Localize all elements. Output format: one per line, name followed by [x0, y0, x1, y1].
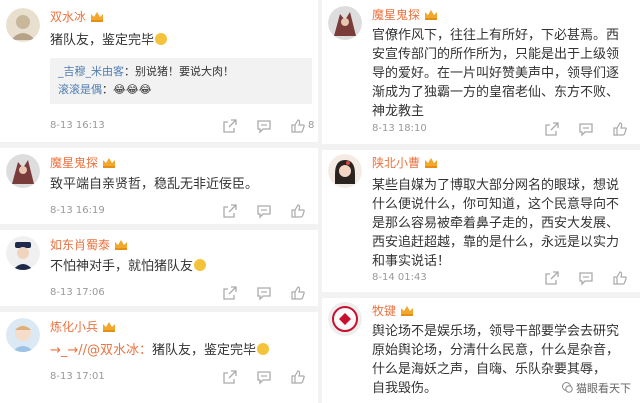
like-icon[interactable] [612, 270, 628, 286]
comment-meta: 8-13 18:10 [372, 121, 636, 137]
text-line: 渐成为了独霸一方的皇宿老仙、东方不败、 [372, 85, 620, 100]
vip-crown-icon [424, 157, 438, 168]
like-icon[interactable] [290, 118, 306, 134]
username[interactable]: 魔星鬼探 [372, 8, 438, 22]
text-line: 神龙教主 [372, 104, 425, 119]
avatar[interactable] [6, 8, 40, 42]
like-icon[interactable] [290, 203, 306, 219]
comment-item: 魔星鬼探 官僚作风下，往往上有所好，下必甚焉。西 安宣传部门的所作所为，只能是出… [322, 0, 640, 142]
text-line: 舆论场不是娱乐场，领导干部要学会去研究 [372, 324, 620, 339]
text-line: 导的爱好。在一片叫好赞美声中，领导们逐 [372, 66, 620, 81]
reply-box[interactable]: _吉穆_米由客：别说猪！要说大肉！ 滚滚是偶：😂😂😂 [50, 58, 312, 104]
vip-crown-icon [102, 157, 116, 168]
comment-meta: 8-14 01:43 [372, 270, 636, 286]
timestamp: 8-13 16:19 [50, 205, 105, 216]
text-line: 安宣传部门的所作所为，只能是出于上级领 [372, 47, 620, 62]
comment-item: 陕北小曹 某些自媒为了博取大部分网名的眼球，想说 什么便说什么，你可知道，这个民… [322, 150, 640, 290]
avatar[interactable] [328, 302, 362, 336]
comment-item: 魔星鬼探 致平端自亲贤哲，稳乱无非近佞臣。 8-13 16:19 [0, 148, 318, 224]
avatar[interactable] [6, 236, 40, 270]
comment-icon[interactable] [256, 118, 272, 134]
comment-text: →_→//@双水冰：猪队友，鉴定完毕 [50, 341, 270, 360]
text-line: 是那么容易被牵着鼻子走的，西安大发展、 [372, 216, 620, 231]
mention-link[interactable]: →_→//@双水冰： [50, 343, 152, 358]
share-icon[interactable] [222, 369, 238, 385]
left-comments-column: 双水冰 猪队友，鉴定完毕 _吉穆_米由客：别说猪！要说大肉！ 滚滚是偶：😂😂😂 … [0, 0, 318, 403]
vip-crown-icon [424, 9, 438, 20]
comment-item: 双水冰 猪队友，鉴定完毕 _吉穆_米由客：别说猪！要说大肉！ 滚滚是偶：😂😂😂 … [0, 0, 318, 142]
right-comments-column: 魔星鬼探 官僚作风下，往往上有所好，下必甚焉。西 安宣传部门的所作所为，只能是出… [322, 0, 640, 403]
reply-username[interactable]: 滚滚是偶 [58, 83, 102, 96]
comment-icon[interactable] [578, 121, 594, 137]
username[interactable]: 牧键 [372, 304, 414, 318]
username[interactable]: 如东肖蜀泰 [50, 238, 128, 252]
comment-text: 不怕神对手，就怕猪队友 [50, 257, 207, 276]
reply-item: _吉穆_米由客：别说猪！要说大肉！ [58, 63, 304, 81]
comment-item: 炼化小兵 →_→//@双水冰：猪队友，鉴定完毕 8-13 17:01 [0, 312, 318, 403]
timestamp: 8-13 17:01 [50, 371, 105, 382]
comment-meta: 8-13 17:01 [50, 369, 314, 385]
avatar[interactable] [6, 318, 40, 352]
like-count: 8 [308, 120, 315, 131]
comment-icon[interactable] [256, 369, 272, 385]
timestamp: 8-13 18:10 [372, 123, 427, 134]
comment-text: 某些自媒为了博取大部分网名的眼球，想说 什么便说什么，你可知道，这个民意导向不 … [372, 176, 619, 271]
reply-item: 滚滚是偶：😂😂😂 [58, 81, 304, 99]
share-icon[interactable] [544, 270, 560, 286]
comment-meta: 8-13 16:13 8 [50, 118, 314, 134]
reply-text: ：😂😂😂 [102, 83, 152, 96]
like-icon[interactable] [290, 285, 306, 301]
comment-icon[interactable] [256, 285, 272, 301]
reply-username[interactable]: _吉穆_米由客 [58, 65, 124, 78]
username[interactable]: 魔星鬼探 [50, 156, 116, 170]
text-line: 什么是海妖之声，自嗨、乐队杂要其辱， [372, 362, 607, 377]
text-line: 官僚作风下，往往上有所好，下必甚焉。西 [372, 28, 620, 43]
username[interactable]: 双水冰 [50, 10, 104, 24]
comment-text: 致平端自亲贤哲，稳乱无非近佞臣。 [50, 177, 259, 192]
text-line: 某些自媒为了博取大部分网名的眼球，想说 [372, 178, 620, 193]
wechat-icon [562, 382, 573, 393]
vip-crown-icon [90, 11, 104, 22]
like-icon[interactable] [612, 121, 628, 137]
share-icon[interactable] [222, 285, 238, 301]
username[interactable]: 炼化小兵 [50, 320, 116, 334]
text-line: 原始舆论场，分清什么民意，什么是杂音， [372, 343, 620, 358]
text-line: 什么便说什么，你可知道，这个民意导向不 [372, 197, 620, 212]
comment-text: 官僚作风下，往往上有所好，下必甚焉。西 安宣传部门的所作所为，只能是出于上级领 … [372, 26, 619, 121]
emoji-icon [257, 343, 270, 355]
timestamp: 8-13 16:13 [50, 120, 105, 131]
username[interactable]: 陕北小曹 [372, 156, 438, 170]
emoji-icon [155, 33, 168, 45]
text-line: 和事实说话！ [372, 254, 451, 269]
share-icon[interactable] [544, 121, 560, 137]
avatar[interactable] [328, 6, 362, 40]
comment-meta: 8-13 16:19 [50, 203, 314, 219]
vip-crown-icon [102, 321, 116, 332]
reply-text: ：别说猪！要说大肉！ [124, 65, 234, 78]
vip-crown-icon [114, 239, 128, 250]
comment-meta: 8-13 17:06 [50, 285, 314, 301]
comment-text: 猪队友，鉴定完毕 [50, 31, 168, 50]
share-icon[interactable] [222, 203, 238, 219]
avatar[interactable] [6, 154, 40, 188]
vip-crown-icon [400, 305, 414, 316]
emoji-icon [194, 259, 207, 271]
comment-icon[interactable] [256, 203, 272, 219]
watermark: 猫眼看天下 [559, 379, 634, 397]
share-icon[interactable] [222, 118, 238, 134]
avatar[interactable] [328, 154, 362, 188]
timestamp: 8-14 01:43 [372, 272, 427, 283]
comment-icon[interactable] [578, 270, 594, 286]
text-line: 西安追赶超越，靠的是什么，永远是以实力 [372, 235, 620, 250]
like-icon[interactable] [290, 369, 306, 385]
comment-item: 如东肖蜀泰 不怕神对手，就怕猪队友 8-13 17:06 [0, 230, 318, 306]
timestamp: 8-13 17:06 [50, 287, 105, 298]
